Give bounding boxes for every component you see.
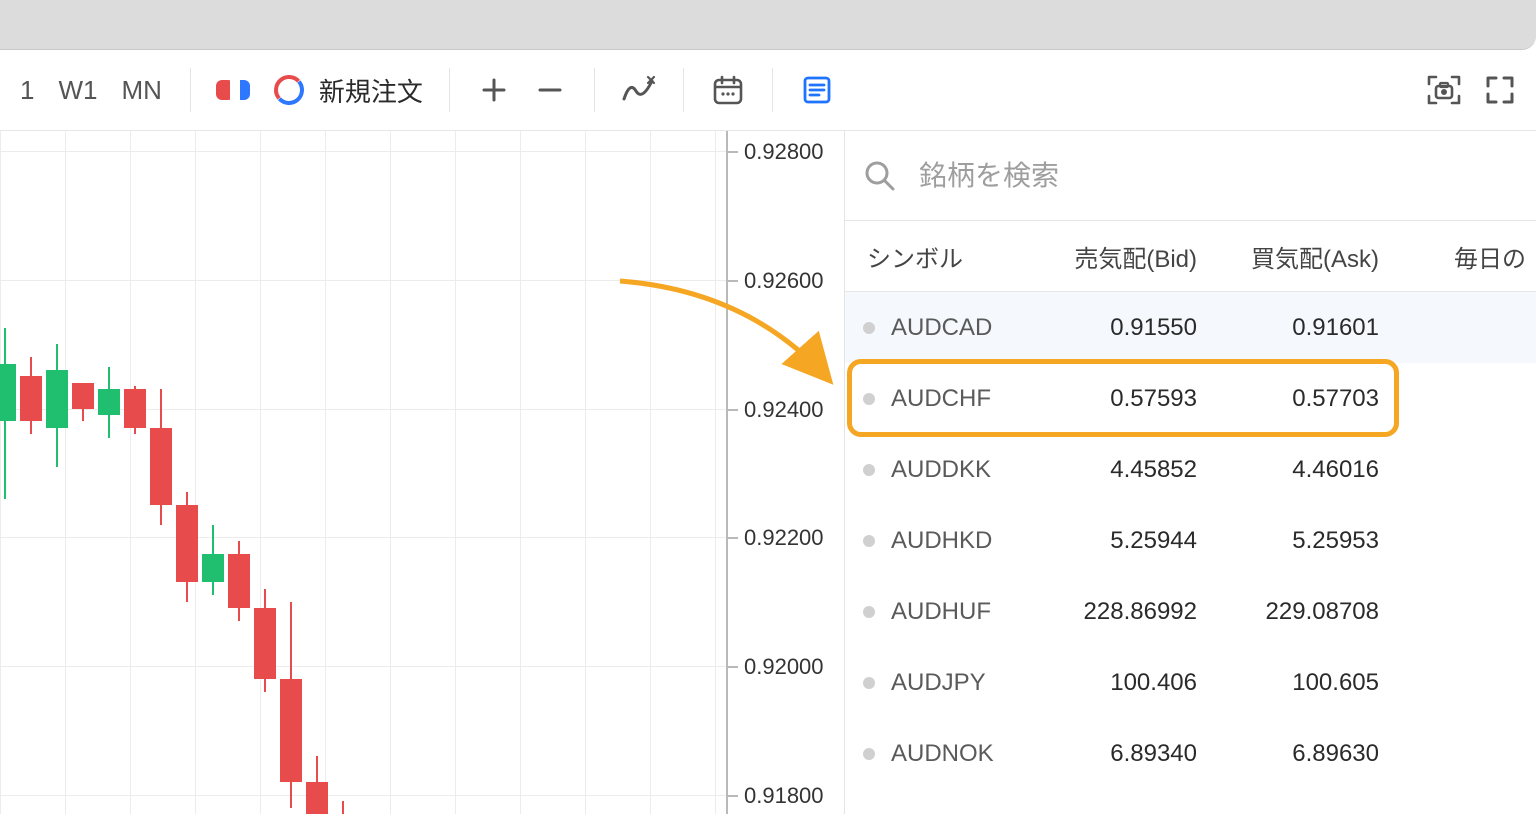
- symbol-name: AUDHKD: [891, 527, 992, 555]
- watchlist-body: AUDCAD 0.915500.91601 AUDCHF 0.575930.57703…: [845, 292, 1536, 789]
- timeframe-1[interactable]: 1: [8, 75, 46, 106]
- new-order-icon: [273, 74, 305, 106]
- separator: [772, 68, 773, 112]
- calendar-button[interactable]: [700, 62, 756, 118]
- candlestick: [280, 131, 302, 814]
- status-dot-icon: [863, 606, 875, 618]
- one-click-trading-icon[interactable]: [207, 62, 263, 118]
- search-icon: [863, 159, 897, 193]
- ask-price: 0.57703: [1217, 385, 1399, 413]
- bid-price: 6.89340: [1035, 740, 1217, 768]
- fullscreen-button[interactable]: [1472, 62, 1528, 118]
- ask-price: 5.25953: [1217, 527, 1399, 555]
- symbol-name: AUDCAD: [891, 314, 992, 342]
- symbol-name: AUDCHF: [891, 385, 991, 413]
- status-dot-icon: [863, 535, 875, 547]
- timeframe-w1[interactable]: W1: [46, 75, 109, 106]
- y-axis-label: 0.92000: [744, 654, 824, 680]
- col-symbol[interactable]: シンボル: [845, 239, 1035, 274]
- candlestick: [358, 131, 380, 814]
- new-order-label: 新規注文: [319, 72, 423, 109]
- candlestick: [46, 131, 68, 814]
- chart-pane[interactable]: 0.92800 0.92600 0.92400 0.92200 0.92000 0.918…: [0, 131, 845, 814]
- candlestick: [20, 131, 42, 814]
- watchlist-pane: シンボル 売気配(Bid) 買気配(Ask) 毎日の AUDCAD 0.91550…: [845, 131, 1536, 814]
- candlestick: [72, 131, 94, 814]
- status-dot-icon: [863, 393, 875, 405]
- bid-price: 228.86992: [1035, 598, 1217, 626]
- watchlist-row[interactable]: AUDCHF 0.575930.57703: [845, 363, 1536, 434]
- y-axis-tick: 0.92400: [728, 397, 844, 423]
- y-axis: 0.92800 0.92600 0.92400 0.92200 0.92000 0.918…: [726, 131, 844, 814]
- bid-price: 5.25944: [1035, 527, 1217, 555]
- separator: [594, 68, 595, 112]
- y-axis-label: 0.92200: [744, 525, 824, 551]
- separator: [449, 68, 450, 112]
- candlestick: [124, 131, 146, 814]
- y-axis-label: 0.92600: [744, 268, 824, 294]
- candlestick: [306, 131, 328, 814]
- status-dot-icon: [863, 677, 875, 689]
- window-titlebar: [0, 0, 1536, 50]
- candlestick: [98, 131, 120, 814]
- y-axis-label: 0.92400: [744, 397, 824, 423]
- ask-price: 100.605: [1217, 669, 1399, 697]
- symbol-name: AUDNOK: [891, 740, 994, 768]
- watchlist-row[interactable]: AUDCAD 0.915500.91601: [845, 292, 1536, 363]
- ask-price: 0.91601: [1217, 314, 1399, 342]
- candlestick: [150, 131, 172, 814]
- bid-price: 0.91550: [1035, 314, 1217, 342]
- timeframe-mn[interactable]: MN: [109, 75, 173, 106]
- y-axis-tick: 0.92800: [728, 139, 844, 165]
- candlestick: [332, 131, 354, 814]
- watchlist-row[interactable]: AUDDKK 4.458524.46016: [845, 434, 1536, 505]
- status-dot-icon: [863, 464, 875, 476]
- status-dot-icon: [863, 322, 875, 334]
- symbol-search-input[interactable]: [919, 160, 1518, 192]
- toolbar: 1 W1 MN 新規注文: [0, 50, 1536, 130]
- bid-price: 4.45852: [1035, 456, 1217, 484]
- candlestick: [202, 131, 224, 814]
- zoom-in-button[interactable]: [466, 62, 522, 118]
- separator: [190, 68, 191, 112]
- indicators-button[interactable]: [611, 62, 667, 118]
- candlestick: [176, 131, 198, 814]
- candlestick: [254, 131, 276, 814]
- watchlist-row[interactable]: AUDNOK 6.893406.89630: [845, 718, 1536, 789]
- watchlist-header: シンボル 売気配(Bid) 買気配(Ask) 毎日の: [845, 221, 1536, 292]
- watchlist-row[interactable]: AUDJPY 100.406100.605: [845, 647, 1536, 718]
- watchlist-row[interactable]: AUDHUF 228.86992229.08708: [845, 576, 1536, 647]
- bid-price: 100.406: [1035, 669, 1217, 697]
- y-axis-label: 0.91800: [744, 783, 824, 809]
- ask-price: 229.08708: [1217, 598, 1399, 626]
- zoom-out-button[interactable]: [522, 62, 578, 118]
- new-order-button[interactable]: 新規注文: [263, 72, 433, 109]
- y-axis-tick: 0.91800: [728, 783, 844, 809]
- symbol-name: AUDJPY: [891, 669, 986, 697]
- ask-price: 4.46016: [1217, 456, 1399, 484]
- watchlist-row[interactable]: AUDHKD 5.259445.25953: [845, 505, 1536, 576]
- col-daily[interactable]: 毎日の: [1399, 239, 1536, 274]
- screenshot-button[interactable]: [1416, 62, 1472, 118]
- symbol-name: AUDHUF: [891, 598, 991, 626]
- candlestick: [228, 131, 250, 814]
- y-axis-tick: 0.92000: [728, 654, 844, 680]
- y-axis-tick: 0.92200: [728, 525, 844, 551]
- col-bid[interactable]: 売気配(Bid): [1035, 239, 1217, 274]
- y-axis-label: 0.92800: [744, 139, 824, 165]
- status-dot-icon: [863, 748, 875, 760]
- ask-price: 6.89630: [1217, 740, 1399, 768]
- separator: [683, 68, 684, 112]
- watchlist-toggle-button[interactable]: [789, 62, 845, 118]
- candlestick: [0, 131, 16, 814]
- y-axis-tick: 0.92600: [728, 268, 844, 294]
- symbol-search-row: [845, 131, 1536, 221]
- col-ask[interactable]: 買気配(Ask): [1217, 239, 1399, 274]
- symbol-name: AUDDKK: [891, 456, 991, 484]
- bid-price: 0.57593: [1035, 385, 1217, 413]
